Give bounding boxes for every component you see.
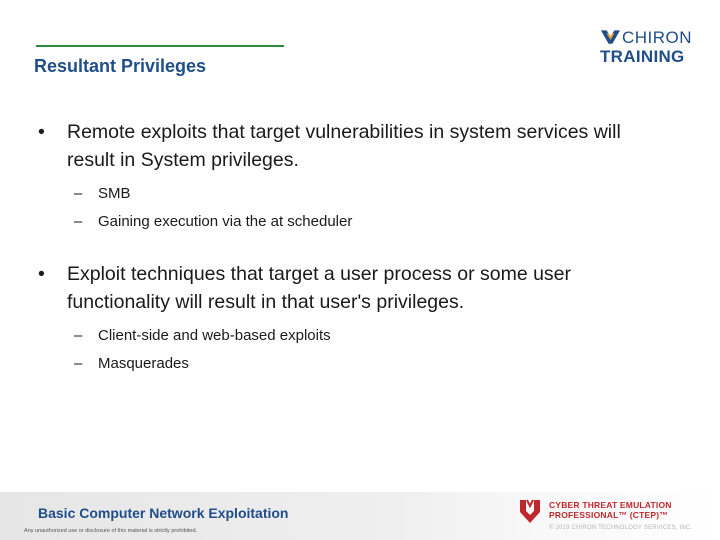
sub-bullet-text: SMB bbox=[98, 185, 131, 202]
bullet-marker: • bbox=[38, 263, 45, 285]
bullet-group-2: • Exploit techniques that target a user … bbox=[38, 260, 678, 378]
chiron-logo-mark-icon bbox=[600, 30, 620, 44]
bullet-item: • Remote exploits that target vulnerabil… bbox=[38, 118, 678, 174]
sub-bullet-marker: – bbox=[74, 213, 83, 230]
sub-bullet-text: Gaining execution via the at scheduler bbox=[98, 213, 353, 230]
sub-bullet-list: – Client-side and web-based exploits – M… bbox=[38, 322, 678, 378]
bullet-group-1: • Remote exploits that target vulnerabil… bbox=[38, 118, 678, 236]
sub-bullet-marker: – bbox=[74, 327, 83, 344]
copyright-text: © 2019 CHIRON TECHNOLOGY SERVICES, INC. bbox=[549, 525, 693, 531]
sub-bullet-item: – Gaining execution via the at scheduler bbox=[74, 208, 678, 236]
bullet-marker: • bbox=[38, 121, 45, 143]
title-accent-rule bbox=[36, 45, 284, 47]
ctep-line-2: PROFESSIONAL™ (CTEP)™ bbox=[549, 510, 668, 520]
slide-content: • Remote exploits that target vulnerabil… bbox=[38, 118, 678, 402]
logo-text-training: TRAINING bbox=[600, 47, 685, 66]
footer-disclaimer: Any unauthorized use or disclosure of th… bbox=[24, 528, 198, 534]
bullet-text: Exploit techniques that target a user pr… bbox=[67, 263, 572, 313]
sub-bullet-text: Client-side and web-based exploits bbox=[98, 327, 331, 344]
slide-title: Resultant Privileges bbox=[34, 56, 207, 76]
sub-bullet-item: – SMB bbox=[74, 180, 678, 208]
sub-bullet-item: – Masquerades bbox=[74, 350, 678, 378]
footer-course-title: Basic Computer Network Exploitation bbox=[38, 505, 289, 521]
chiron-training-logo: CHIRON TRAINING bbox=[600, 28, 692, 68]
sub-bullet-item: – Client-side and web-based exploits bbox=[74, 322, 678, 350]
bullet-item: • Exploit techniques that target a user … bbox=[38, 260, 678, 316]
sub-bullet-text: Masquerades bbox=[98, 355, 189, 372]
sub-bullet-marker: – bbox=[74, 355, 83, 372]
sub-bullet-list: – SMB – Gaining execution via the at sch… bbox=[38, 180, 678, 236]
ctep-shield-icon bbox=[520, 499, 540, 523]
ctep-line-1: CYBER THREAT EMULATION bbox=[549, 500, 672, 510]
bullet-text: Remote exploits that target vulnerabilit… bbox=[67, 121, 621, 171]
sub-bullet-marker: – bbox=[74, 185, 83, 202]
logo-text-chiron: CHIRON bbox=[621, 28, 692, 47]
ctep-badge-text: CYBER THREAT EMULATION PROFESSIONAL™ (CT… bbox=[549, 500, 672, 520]
